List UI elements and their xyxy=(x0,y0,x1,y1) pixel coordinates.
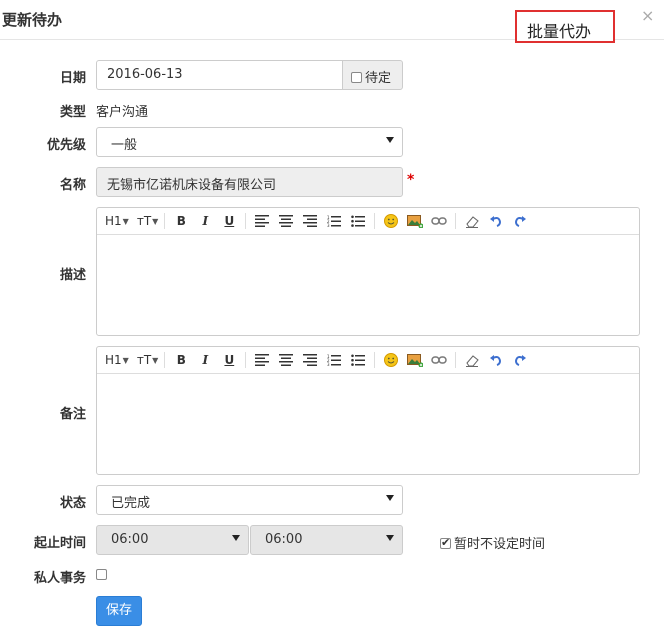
priority-select[interactable]: 一般 xyxy=(96,127,403,157)
separator xyxy=(164,352,166,368)
separator xyxy=(374,352,376,368)
chevron-down-icon xyxy=(386,495,394,501)
private-label: 私人事务 xyxy=(33,571,86,586)
underline-button[interactable]: U xyxy=(219,350,239,370)
remark-label: 备注 xyxy=(59,407,86,422)
description-editor-body[interactable] xyxy=(97,235,639,335)
chevron-down-icon xyxy=(386,535,394,541)
eraser-icon[interactable] xyxy=(462,350,482,370)
unordered-list-icon[interactable] xyxy=(348,211,368,231)
ordered-list-icon[interactable]: 123 xyxy=(324,350,344,370)
unordered-list-icon[interactable] xyxy=(348,350,368,370)
date-input[interactable]: 2016-06-13 xyxy=(96,60,343,90)
heading-button[interactable]: H1 ▼ xyxy=(105,211,129,231)
underline-button[interactable]: U xyxy=(219,211,239,231)
name-label: 名称 xyxy=(59,178,86,193)
batch-todo-button[interactable]: 批量代办 xyxy=(515,10,615,43)
ordered-list-icon[interactable]: 123 xyxy=(324,211,344,231)
type-label: 类型 xyxy=(59,105,86,120)
editor-toolbar: H1 ▼ тT ▼ B I U 123 xyxy=(97,347,639,374)
align-right-icon[interactable] xyxy=(300,350,320,370)
end-time-value: 06:00 xyxy=(265,532,303,547)
end-time-select[interactable]: 06:00 xyxy=(250,525,403,555)
redo-icon[interactable] xyxy=(510,211,530,231)
pending-label: 待定 xyxy=(365,71,392,86)
priority-label: 优先级 xyxy=(46,138,86,153)
separator xyxy=(245,352,247,368)
status-label: 状态 xyxy=(59,496,86,511)
link-icon[interactable] xyxy=(429,211,449,231)
italic-button[interactable]: I xyxy=(195,211,215,231)
font-size-button[interactable]: тT ▼ xyxy=(137,350,158,370)
emoji-icon[interactable] xyxy=(381,211,401,231)
image-icon[interactable] xyxy=(405,350,425,370)
chevron-down-icon xyxy=(386,137,394,143)
name-input[interactable]: 无锡市亿诺机床设备有限公司 xyxy=(96,167,403,197)
redo-icon[interactable] xyxy=(510,350,530,370)
italic-button[interactable]: I xyxy=(195,350,215,370)
priority-value: 一般 xyxy=(111,138,138,153)
dialog-header: 更新待办 批量代办 × xyxy=(0,0,664,43)
link-icon[interactable] xyxy=(429,350,449,370)
start-time-select[interactable]: 06:00 xyxy=(96,525,249,555)
pending-addon[interactable]: 待定 xyxy=(342,60,403,90)
type-value: 客户沟通 xyxy=(96,105,149,120)
start-time-value: 06:00 xyxy=(111,532,149,547)
time-label: 起止时间 xyxy=(33,536,86,551)
editor-toolbar: H1 ▼ тT ▼ B I U 123 xyxy=(97,208,639,235)
heading-button[interactable]: H1 ▼ xyxy=(105,350,129,370)
chevron-down-icon xyxy=(232,535,240,541)
remark-editor[interactable]: H1 ▼ тT ▼ B I U 123 xyxy=(96,346,640,475)
bold-button[interactable]: B xyxy=(171,211,191,231)
align-center-icon[interactable] xyxy=(276,350,296,370)
dialog-title: 更新待办 xyxy=(2,11,63,29)
close-icon[interactable]: × xyxy=(641,6,654,25)
separator xyxy=(245,213,247,229)
bold-button[interactable]: B xyxy=(171,350,191,370)
align-center-icon[interactable] xyxy=(276,211,296,231)
no-time-option[interactable]: 暂时不设定时间 xyxy=(440,533,545,552)
status-select[interactable]: 已完成 xyxy=(96,485,403,515)
no-time-label: 暂时不设定时间 xyxy=(454,537,546,552)
remark-editor-body[interactable] xyxy=(97,374,639,474)
align-left-icon[interactable] xyxy=(252,211,272,231)
align-right-icon[interactable] xyxy=(300,211,320,231)
image-icon[interactable] xyxy=(405,211,425,231)
svg-text:3: 3 xyxy=(327,362,330,366)
description-editor[interactable]: H1 ▼ тT ▼ B I U 123 xyxy=(96,207,640,336)
pending-checkbox[interactable] xyxy=(351,72,362,83)
separator xyxy=(164,213,166,229)
separator xyxy=(455,352,457,368)
separator xyxy=(455,213,457,229)
private-checkbox[interactable] xyxy=(96,569,107,580)
undo-icon[interactable] xyxy=(486,350,506,370)
date-label: 日期 xyxy=(59,71,86,86)
emoji-icon[interactable] xyxy=(381,350,401,370)
align-left-icon[interactable] xyxy=(252,350,272,370)
undo-icon[interactable] xyxy=(486,211,506,231)
required-mark: * xyxy=(407,172,415,188)
save-button[interactable]: 保存 xyxy=(96,596,142,626)
separator xyxy=(374,213,376,229)
font-size-button[interactable]: тT ▼ xyxy=(137,211,158,231)
no-time-checkbox[interactable] xyxy=(440,536,451,549)
status-value: 已完成 xyxy=(111,496,151,511)
description-label: 描述 xyxy=(59,268,86,283)
svg-text:3: 3 xyxy=(327,223,330,227)
eraser-icon[interactable] xyxy=(462,211,482,231)
